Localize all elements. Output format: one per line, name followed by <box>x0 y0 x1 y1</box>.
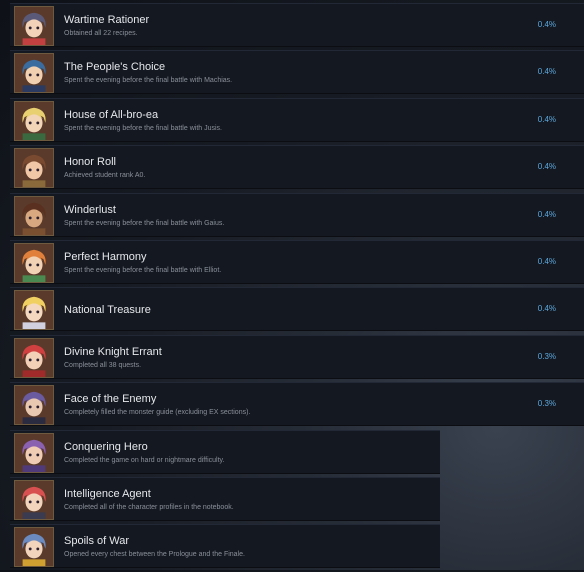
achievement-description: Spent the evening before the final battl… <box>64 124 222 132</box>
achievement-row[interactable]: Face of the Enemy Completely filled the … <box>10 382 584 427</box>
achievement-description: Completed the game on hard or nightmare … <box>64 456 225 464</box>
unlock-percentage: 0.3% <box>537 399 556 409</box>
achievement-list: Wartime Rationer Obtained all 22 recipes… <box>10 3 584 572</box>
achievement-description: Completed all 38 quests. <box>64 361 142 369</box>
achievement-row[interactable]: National Treasure 0.4% <box>10 287 584 332</box>
achievement-description: Achieved student rank A0. <box>64 172 146 180</box>
achievement-icon <box>14 6 54 46</box>
achievement-description: Opened every chest between the Prologue … <box>64 551 245 559</box>
achievement-title: House of All-bro-ea <box>64 108 159 121</box>
achievement-row[interactable]: Divine Knight Errant Completed all 38 qu… <box>10 334 584 379</box>
achievement-row[interactable]: House of All-bro-ea Spent the evening be… <box>10 97 584 142</box>
achievement-description: Obtained all 22 recipes. <box>64 30 138 37</box>
achievement-description: Completely filled the monster guide (exc… <box>64 409 251 417</box>
achievement-title: Winderlust <box>64 203 116 216</box>
unlock-percentage: 0.4% <box>537 67 556 77</box>
achievement-title: National Treasure <box>64 304 151 317</box>
unlock-percentage: 0.3% <box>537 351 556 361</box>
achievement-icon <box>14 527 54 568</box>
achievement-row[interactable]: Spoils of War Opened every chest between… <box>10 524 440 569</box>
achievement-title: Wartime Rationer <box>64 14 150 26</box>
achievement-row[interactable]: Wartime Rationer Obtained all 22 recipes… <box>10 3 584 47</box>
achievement-title: Face of the Enemy <box>64 393 157 406</box>
achievement-row[interactable]: Perfect Harmony Spent the evening before… <box>10 239 584 284</box>
achievement-description: Spent the evening before the final battl… <box>64 219 225 227</box>
achievement-icon <box>14 479 54 520</box>
achievement-row[interactable]: The People's Choice Spent the evening be… <box>10 50 584 95</box>
achievement-row[interactable]: Winderlust Spent the evening before the … <box>10 192 584 237</box>
unlock-percentage: 0.4% <box>537 209 556 219</box>
achievement-row[interactable]: Intelligence Agent Completed all of the … <box>10 476 440 521</box>
achievement-title: The People's Choice <box>64 61 166 74</box>
achievement-row[interactable]: Honor Roll Achieved student rank A0. 0.4… <box>10 145 584 190</box>
achievement-row[interactable]: Conquering Hero Completed the game on ha… <box>10 429 440 474</box>
achievement-title: Conquering Hero <box>64 440 148 453</box>
unlock-percentage: 0.4% <box>537 20 556 29</box>
achievement-title: Divine Knight Errant <box>64 345 162 358</box>
unlock-percentage: 0.4% <box>537 162 556 172</box>
achievement-icon <box>14 195 54 236</box>
achievement-icon <box>14 100 54 141</box>
achievement-title: Spoils of War <box>64 535 130 548</box>
achievement-icon <box>14 432 54 473</box>
achievement-description: Completed all of the character profiles … <box>64 503 234 511</box>
achievement-description: Spent the evening before the final battl… <box>64 266 222 274</box>
achievement-title: Intelligence Agent <box>64 487 151 500</box>
unlock-percentage: 0.4% <box>537 256 556 266</box>
achievement-icon <box>14 242 54 283</box>
unlock-percentage: 0.4% <box>537 304 556 314</box>
achievement-page: { "achievements": [ {"title":"Wartime Ra… <box>0 0 584 570</box>
achievement-icon <box>14 385 54 426</box>
achievement-title: Honor Roll <box>64 156 116 169</box>
achievement-title: Perfect Harmony <box>64 250 147 263</box>
achievement-icon <box>14 337 54 378</box>
achievement-icon <box>14 290 54 331</box>
achievement-description: Spent the evening before the final battl… <box>64 77 233 85</box>
unlock-percentage: 0.4% <box>537 114 556 124</box>
achievement-icon <box>14 148 54 189</box>
achievement-icon <box>14 53 54 94</box>
